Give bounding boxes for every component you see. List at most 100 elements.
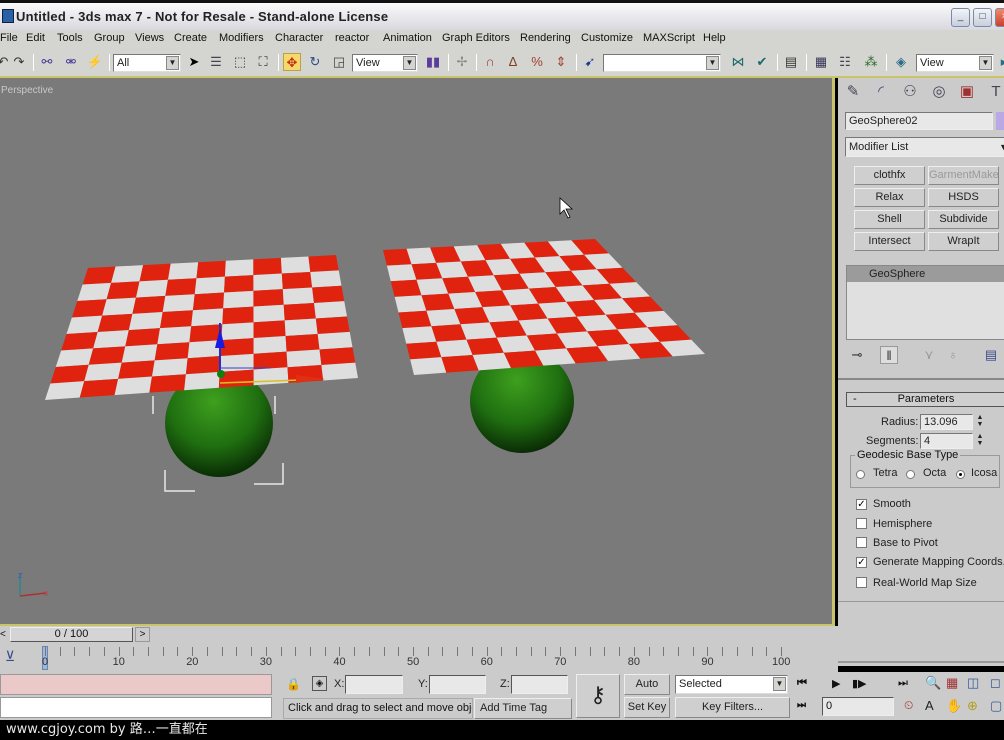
modifier-button-hsds[interactable]: HSDS: [928, 188, 999, 207]
modifier-button-shell[interactable]: Shell: [854, 210, 925, 229]
x-coordinate-field[interactable]: [345, 675, 403, 694]
time-prev-button[interactable]: <: [0, 627, 9, 642]
smooth-checkbox[interactable]: ✓: [856, 499, 867, 510]
menu-modifiers[interactable]: Modifiers: [219, 32, 264, 44]
track-bar[interactable]: ⊻ 0 10 20 30 40 50 60 70 80 90 100: [0, 644, 838, 672]
menu-edit[interactable]: Edit: [26, 32, 45, 44]
snap-toggle-icon[interactable]: ∩: [481, 53, 499, 71]
lock-selection-icon[interactable]: 🔒: [286, 677, 301, 691]
menu-customize[interactable]: Customize: [581, 32, 633, 44]
manipulate-icon[interactable]: ✢: [453, 53, 471, 71]
spinner-snap-icon[interactable]: ⇕: [552, 53, 570, 71]
menu-file[interactable]: File: [0, 32, 18, 44]
select-by-name-icon[interactable]: ☰: [207, 53, 225, 71]
time-slider-thumb[interactable]: 0 / 100: [10, 627, 133, 642]
curve-editor-icon[interactable]: ▦: [812, 53, 830, 71]
zoom-extents-icon[interactable]: ◫: [967, 675, 979, 691]
real-world-map-size-checkbox[interactable]: [856, 577, 867, 588]
radius-spinner[interactable]: ▲ ▼: [975, 414, 985, 430]
percent-snap-icon[interactable]: %: [528, 53, 546, 71]
menu-rendering[interactable]: Rendering: [520, 32, 571, 44]
generate-mapping-coords-checkbox[interactable]: ✓: [856, 557, 867, 568]
menu-help[interactable]: Help: [703, 32, 726, 44]
segments-spinner[interactable]: ▲ ▼: [975, 433, 985, 449]
menu-animation[interactable]: Animation: [383, 32, 432, 44]
arc-rotate-icon[interactable]: ⊕: [967, 698, 978, 714]
maximize-button[interactable]: □: [973, 8, 992, 27]
angle-snap-icon[interactable]: ∆: [504, 53, 522, 71]
go-to-start-icon[interactable]: ⏮: [797, 677, 807, 690]
play-icon[interactable]: ▶: [832, 677, 840, 690]
menu-tools[interactable]: Tools: [57, 32, 83, 44]
menu-group[interactable]: Group: [94, 32, 125, 44]
key-filters-button[interactable]: Key Filters...: [675, 697, 790, 718]
modifier-stack[interactable]: GeoSphere: [846, 265, 1004, 340]
menu-maxscript[interactable]: MAXScript: [643, 32, 695, 44]
key-mode-dropdown[interactable]: Selected ▼: [675, 675, 788, 694]
modifier-button-garmentmaker[interactable]: GarmentMaker: [928, 166, 999, 185]
modifier-button-wrapit[interactable]: WrapIt: [928, 232, 999, 251]
motion-tab-icon[interactable]: ◎: [928, 81, 950, 103]
radio-icosa[interactable]: [956, 470, 965, 479]
select-and-scale-icon[interactable]: ◲: [330, 53, 348, 71]
selection-filter-dropdown[interactable]: All ▼: [113, 54, 181, 72]
named-selection-dropdown[interactable]: ▼: [603, 54, 721, 72]
auto-key-button[interactable]: Auto Key: [624, 674, 670, 709]
pan-view-icon[interactable]: ✋: [946, 698, 962, 714]
open-mini-curve-editor-icon[interactable]: ⊻: [5, 648, 15, 665]
layer-manager-icon[interactable]: ▤: [782, 53, 800, 71]
set-key-mode-button[interactable]: ⚷: [576, 674, 620, 718]
y-coordinate-field[interactable]: [429, 675, 486, 694]
utilities-tab-icon[interactable]: T: [985, 81, 1004, 103]
edit-named-selection-icon[interactable]: ➹: [581, 53, 599, 71]
zoom-extents-all-icon[interactable]: ◻: [990, 675, 1001, 691]
modifier-list-dropdown[interactable]: Modifier List ▼: [845, 137, 1004, 157]
maxscript-listener-input[interactable]: [0, 674, 272, 695]
schematic-view-icon[interactable]: ☷: [836, 53, 854, 71]
render-view-dropdown[interactable]: View ▼: [916, 54, 994, 72]
stack-item-geosphere[interactable]: GeoSphere: [847, 266, 1004, 282]
material-editor-icon[interactable]: ⁂: [862, 53, 880, 71]
key-mode-toggle-icon[interactable]: ⏭: [797, 700, 806, 711]
quick-render-icon[interactable]: ▸: [995, 53, 1004, 71]
parameters-rollout-header[interactable]: - Parameters: [846, 392, 1004, 407]
reference-coordinate-dropdown[interactable]: View ▼: [352, 54, 418, 72]
set-key-button[interactable]: Set Key: [624, 697, 670, 718]
bind-space-warp-icon[interactable]: ⚡: [86, 53, 104, 71]
menu-graph-editors[interactable]: Graph Editors: [442, 32, 510, 44]
modifier-button-subdivide[interactable]: Subdivide: [928, 210, 999, 229]
maximize-viewport-icon[interactable]: ▢: [990, 698, 1002, 714]
radio-tetra[interactable]: [856, 470, 865, 479]
pivot-center-icon[interactable]: ▮▮: [424, 53, 442, 71]
unlink-icon[interactable]: ⚮: [62, 53, 80, 71]
modify-tab-icon[interactable]: ◜: [870, 81, 892, 103]
checker-plane-right[interactable]: [383, 239, 705, 375]
field-of-view-icon[interactable]: A: [925, 698, 934, 713]
segments-field[interactable]: 4: [920, 433, 973, 449]
modifier-button-relax[interactable]: Relax: [854, 188, 925, 207]
select-and-link-icon[interactable]: ⚯: [38, 53, 56, 71]
next-frame-icon[interactable]: ▮▶: [852, 677, 867, 690]
modifier-button-clothfx[interactable]: clothfx: [854, 166, 925, 185]
radius-field[interactable]: 13.096: [920, 414, 973, 430]
redo-icon[interactable]: ↷: [10, 53, 28, 71]
go-to-end-icon[interactable]: ⏭: [898, 677, 908, 690]
window-crossing-icon[interactable]: ⛶: [254, 53, 272, 71]
menu-create[interactable]: Create: [174, 32, 207, 44]
hierarchy-tab-icon[interactable]: ⚇: [899, 81, 921, 103]
align-icon[interactable]: ✔: [753, 53, 771, 71]
select-and-move-icon[interactable]: ✥: [283, 53, 301, 71]
time-next-button[interactable]: >: [135, 627, 150, 642]
menu-character[interactable]: Character: [275, 32, 323, 44]
pin-stack-icon[interactable]: ⊸: [848, 346, 866, 364]
render-scene-icon[interactable]: ◈: [892, 53, 910, 71]
configure-modifier-sets-icon[interactable]: ▤: [982, 346, 1000, 364]
perspective-viewport[interactable]: Perspective z x: [0, 78, 835, 626]
base-to-pivot-checkbox[interactable]: [856, 537, 867, 548]
minimize-button[interactable]: _: [951, 8, 970, 27]
close-button[interactable]: ×: [995, 8, 1004, 27]
rectangular-selection-icon[interactable]: ⬚: [231, 53, 249, 71]
zoom-all-icon[interactable]: ▦: [946, 675, 958, 691]
z-coordinate-field[interactable]: [511, 675, 568, 694]
menu-reactor[interactable]: reactor: [335, 32, 369, 44]
